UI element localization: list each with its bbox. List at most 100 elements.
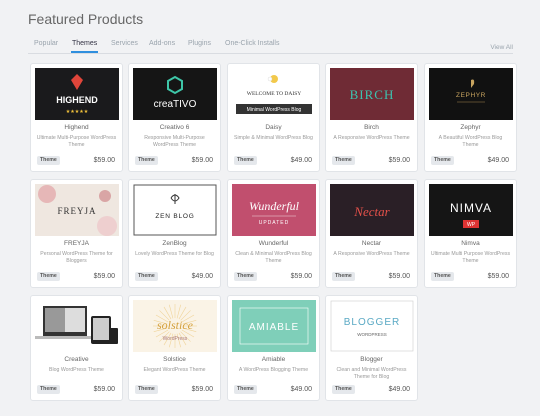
product-name[interactable]: Birch bbox=[326, 124, 417, 131]
product-thumbnail[interactable]: AMIABLE bbox=[232, 300, 316, 352]
product-type-badge: Theme bbox=[332, 385, 355, 394]
product-description: Elegant WordPress Theme bbox=[143, 367, 206, 373]
product-thumbnail[interactable]: solstice WordPress bbox=[133, 300, 217, 352]
product-thumbnail[interactable]: Wunderful UPDATED bbox=[232, 184, 316, 236]
product-card[interactable]: Creative Blog WordPress Theme Theme $59.… bbox=[30, 295, 123, 401]
product-name[interactable]: Highend bbox=[31, 124, 122, 131]
product-card[interactable]: NIMVA WP Nimva Ultimate Multi Purpose Wo… bbox=[424, 179, 517, 288]
product-footer: Theme $59.00 bbox=[326, 154, 417, 171]
svg-text:ZEN BLOG: ZEN BLOG bbox=[155, 213, 194, 220]
product-thumbnail[interactable]: BIRCH bbox=[330, 68, 414, 120]
product-type-badge: Theme bbox=[37, 385, 60, 394]
svg-text:★★★★★: ★★★★★ bbox=[66, 109, 89, 115]
product-thumbnail[interactable]: ZEPHYR bbox=[429, 68, 513, 120]
svg-text:creaTIVO: creaTIVO bbox=[154, 99, 197, 110]
product-footer: Theme $59.00 bbox=[425, 270, 516, 287]
svg-text:WordPress: WordPress bbox=[163, 336, 188, 342]
product-price: $59.00 bbox=[388, 157, 410, 164]
product-description: A WordPress Blogging Theme bbox=[238, 367, 309, 373]
tab-one-click-installs[interactable]: One-Click Installs bbox=[225, 40, 279, 47]
tab-plugins[interactable]: Plugins bbox=[188, 40, 211, 47]
product-description: Personal WordPress Theme for Bloggers bbox=[40, 251, 113, 264]
product-type-badge: Theme bbox=[135, 385, 158, 394]
product-thumbnail[interactable]: ZEN BLOG bbox=[133, 184, 217, 236]
product-name[interactable]: Blogger bbox=[326, 356, 417, 363]
product-thumbnail[interactable] bbox=[35, 300, 119, 352]
product-price: $59.00 bbox=[487, 273, 509, 280]
product-footer: Theme $59.00 bbox=[31, 154, 122, 171]
product-thumbnail[interactable]: creaTIVO bbox=[133, 68, 217, 120]
product-type-badge: Theme bbox=[431, 156, 454, 165]
product-price: $59.00 bbox=[191, 157, 213, 164]
product-thumbnail[interactable]: BLOGGER WORDPRESS bbox=[330, 300, 414, 352]
product-description: Blog WordPress Theme bbox=[49, 367, 104, 373]
product-thumbnail[interactable]: Nectar bbox=[330, 184, 414, 236]
product-name[interactable]: Creativo 6 bbox=[129, 124, 220, 131]
product-name[interactable]: ZenBlog bbox=[129, 240, 220, 247]
product-thumbnail[interactable]: FREYJA bbox=[35, 184, 119, 236]
product-description: Clean and Minimal WordPress Theme for Bl… bbox=[336, 367, 407, 380]
product-price: $49.00 bbox=[191, 273, 213, 280]
product-name[interactable]: Zephyr bbox=[425, 124, 516, 131]
product-price: $59.00 bbox=[388, 273, 410, 280]
product-description: A Beautiful WordPress Blog Theme bbox=[438, 135, 503, 148]
product-price: $49.00 bbox=[487, 157, 509, 164]
thumb-title: HIGHEND bbox=[56, 95, 98, 105]
product-description: Lovely WordPress Theme for Blog bbox=[135, 251, 214, 257]
view-all-link[interactable]: View All bbox=[490, 44, 513, 51]
product-card[interactable]: WELCOME TO DAISY Minimal WordPress Blog … bbox=[227, 63, 320, 172]
page-title: Featured Products bbox=[28, 11, 144, 27]
product-card[interactable]: ZEPHYR Zephyr A Beautiful WordPress Blog… bbox=[424, 63, 517, 172]
product-card[interactable]: FREYJA FREYJA Personal WordPress Theme f… bbox=[30, 179, 123, 288]
product-type-badge: Theme bbox=[234, 385, 257, 394]
tab-bar: Popular Themes Services Add-ons Plugins … bbox=[28, 37, 513, 54]
product-price: $59.00 bbox=[290, 273, 312, 280]
product-type-badge: Theme bbox=[332, 272, 355, 281]
product-card[interactable]: BLOGGER WORDPRESS Blogger Clean and Mini… bbox=[325, 295, 418, 401]
product-name[interactable]: Amiable bbox=[228, 356, 319, 363]
product-name[interactable]: FREYJA bbox=[31, 240, 122, 247]
product-card[interactable]: creaTIVO Creativo 6 Responsive Multi-Pur… bbox=[128, 63, 221, 172]
product-price: $59.00 bbox=[191, 386, 213, 393]
product-thumbnail[interactable]: HIGHEND ★★★★★ bbox=[35, 68, 119, 120]
product-card[interactable]: solstice WordPress Solstice Elegant Word… bbox=[128, 295, 221, 401]
product-footer: Theme $49.00 bbox=[425, 154, 516, 171]
tab-services[interactable]: Services bbox=[111, 40, 138, 47]
svg-text:solstice: solstice bbox=[157, 318, 194, 332]
svg-text:WP: WP bbox=[467, 222, 476, 228]
svg-text:WORDPRESS: WORDPRESS bbox=[357, 332, 387, 337]
product-card[interactable]: HIGHEND ★★★★★ Highend Ultimate Multi-Pur… bbox=[30, 63, 123, 172]
product-footer: Theme $59.00 bbox=[228, 270, 319, 287]
product-thumbnail[interactable]: NIMVA WP bbox=[429, 184, 513, 236]
tab-themes[interactable]: Themes bbox=[70, 40, 99, 53]
product-footer: Theme $59.00 bbox=[31, 270, 122, 287]
product-name[interactable]: Solstice bbox=[129, 356, 220, 363]
product-card[interactable]: BIRCH Birch A Responsive WordPress Theme… bbox=[325, 63, 418, 172]
product-type-badge: Theme bbox=[135, 156, 158, 165]
product-card[interactable]: ZEN BLOG ZenBlog Lovely WordPress Theme … bbox=[128, 179, 221, 288]
product-type-badge: Theme bbox=[37, 156, 60, 165]
svg-text:UPDATED: UPDATED bbox=[259, 220, 290, 226]
product-thumbnail[interactable]: WELCOME TO DAISY Minimal WordPress Blog bbox=[232, 68, 316, 120]
svg-text:FREYJA: FREYJA bbox=[57, 206, 96, 216]
product-price: $59.00 bbox=[93, 386, 115, 393]
product-footer: Theme $59.00 bbox=[31, 383, 122, 400]
product-description: Responsive Multi-Purpose WordPress Theme bbox=[144, 135, 205, 148]
tab-popular[interactable]: Popular bbox=[34, 40, 58, 47]
svg-text:BLOGGER: BLOGGER bbox=[344, 317, 400, 328]
product-name[interactable]: Creative bbox=[31, 356, 122, 363]
product-name[interactable]: Wunderful bbox=[228, 240, 319, 247]
product-footer: Theme $49.00 bbox=[228, 154, 319, 171]
product-name[interactable]: Nectar bbox=[326, 240, 417, 247]
svg-text:NIMVA: NIMVA bbox=[450, 201, 492, 215]
product-name[interactable]: Nimva bbox=[425, 240, 516, 247]
product-footer: Theme $49.00 bbox=[129, 270, 220, 287]
product-type-badge: Theme bbox=[431, 272, 454, 281]
product-name[interactable]: Daisy bbox=[228, 124, 319, 131]
product-card[interactable]: Wunderful UPDATED Wunderful Clean & Mini… bbox=[227, 179, 320, 288]
svg-text:Wunderful: Wunderful bbox=[249, 199, 300, 213]
product-card[interactable]: Nectar Nectar A Responsive WordPress The… bbox=[325, 179, 418, 288]
tab-add-ons[interactable]: Add-ons bbox=[149, 40, 175, 47]
product-card[interactable]: AMIABLE Amiable A WordPress Blogging The… bbox=[227, 295, 320, 401]
product-footer: Theme $49.00 bbox=[228, 383, 319, 400]
